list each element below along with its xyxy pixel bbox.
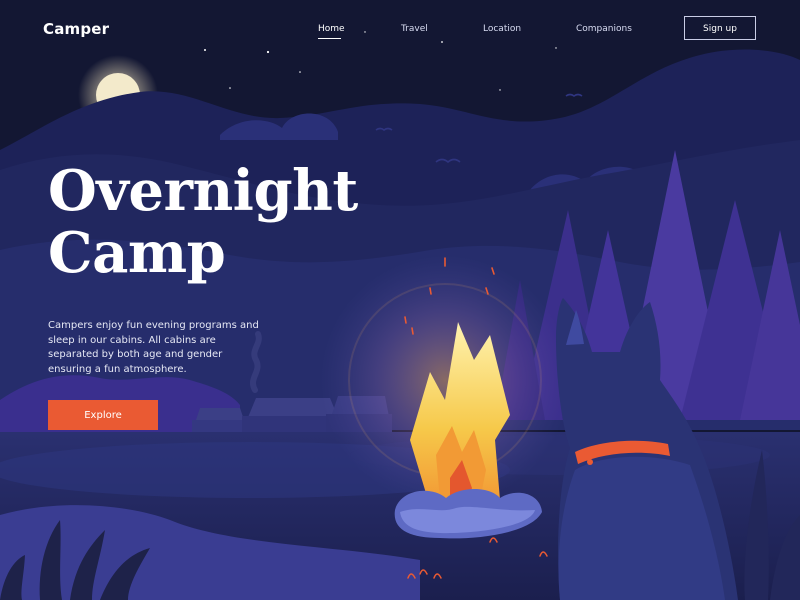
nav-active-indicator xyxy=(318,38,341,39)
night-camp-illustration xyxy=(0,0,800,600)
hero-title: Overnight Camp xyxy=(48,160,358,284)
landing-page: Camper Home Travel Location Companions S… xyxy=(0,0,800,600)
hero-description: Campers enjoy fun evening programs and s… xyxy=(48,320,259,375)
hero-title-line-1: Overnight xyxy=(48,158,358,224)
star xyxy=(229,87,231,89)
nav-home[interactable]: Home xyxy=(318,24,345,34)
nav-location[interactable]: Location xyxy=(483,24,521,34)
nav-companions[interactable]: Companions xyxy=(576,24,632,34)
sign-up-button[interactable]: Sign up xyxy=(684,16,756,40)
star xyxy=(299,71,301,73)
hero-title-line-2: Camp xyxy=(48,220,226,286)
star xyxy=(499,89,501,91)
top-navigation: Camper Home Travel Location Companions S… xyxy=(0,0,800,60)
brand-logo[interactable]: Camper xyxy=(43,20,109,38)
explore-button[interactable]: Explore xyxy=(48,400,158,430)
nav-travel[interactable]: Travel xyxy=(401,24,428,34)
